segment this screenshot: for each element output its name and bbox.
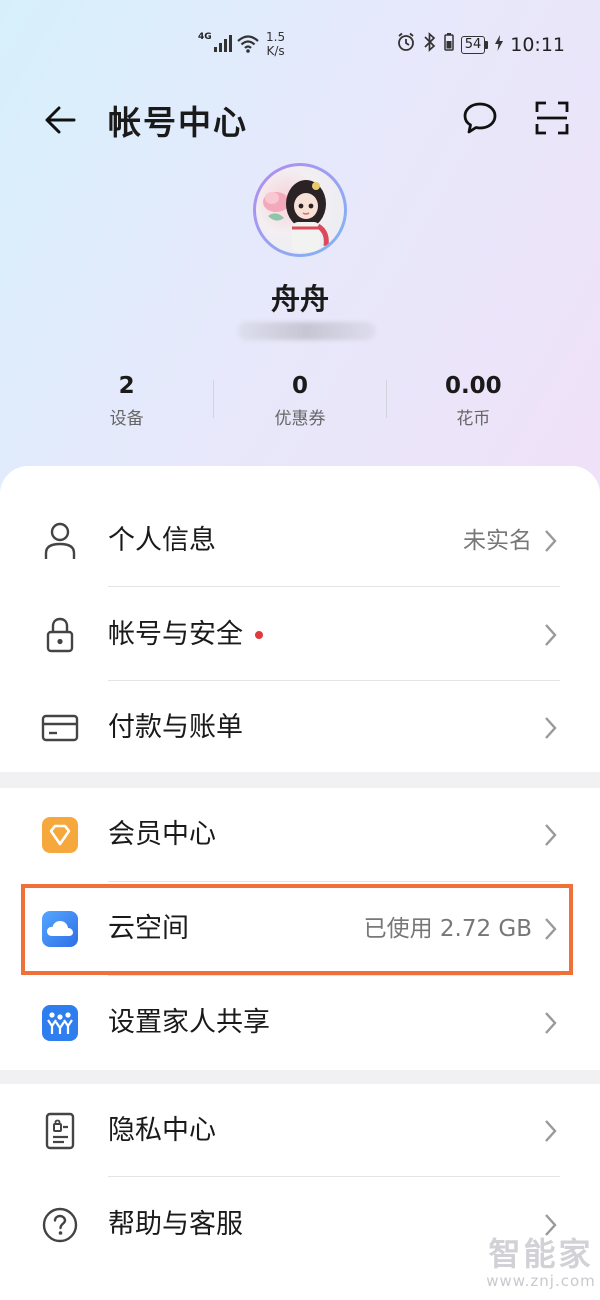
alarm-icon: [396, 32, 416, 57]
card-icon: [40, 708, 80, 748]
battery-icon: 54: [460, 35, 489, 54]
chevron-right-icon: [545, 530, 557, 552]
network-type: 4G: [198, 32, 212, 42]
message-icon: [463, 102, 497, 134]
bluetooth-icon: [423, 32, 437, 57]
notification-badge: [255, 631, 263, 639]
annotation-highlight-box: [21, 884, 573, 975]
family-sharing-item[interactable]: 设置家人共享: [0, 976, 600, 1070]
stat-petal-coins[interactable]: 0.00 花币: [387, 372, 560, 432]
scan-button[interactable]: [530, 96, 574, 140]
chevron-right-icon: [545, 717, 557, 739]
network-speed: 1.5 K/s: [266, 30, 286, 58]
family-share-icon: [40, 1003, 80, 1043]
privacy-icon: [40, 1111, 80, 1151]
watermark: 智能家 www.znj.com: [486, 1235, 596, 1290]
clock: 10:11: [510, 33, 565, 56]
stat-devices[interactable]: 2 设备: [40, 372, 213, 432]
privacy-center-item[interactable]: 隐私中心: [0, 1084, 600, 1178]
avatar-image: [256, 166, 344, 254]
chevron-right-icon: [545, 824, 557, 846]
back-arrow-icon: [45, 106, 76, 134]
scan-icon: [535, 101, 569, 135]
messages-button[interactable]: [458, 96, 502, 140]
chevron-right-icon: [545, 1012, 557, 1034]
chevron-right-icon: [545, 1120, 557, 1142]
app-header: 帐号中心: [0, 92, 600, 146]
divider: [108, 586, 560, 587]
account-section: 个人信息 未实名 帐号与安全 付款与账单: [0, 466, 600, 772]
username: 舟舟: [270, 282, 329, 316]
account-stats: 2 设备 0 优惠券 0.00 花币: [40, 372, 560, 432]
avatar[interactable]: [253, 163, 347, 257]
cellular-signal-icon: 4G: [198, 32, 232, 52]
divider: [108, 1176, 560, 1177]
wifi-icon: [236, 34, 260, 59]
back-button[interactable]: [38, 98, 82, 142]
status-bar: 4G 1.5 K/s 54 10:11: [0, 28, 600, 62]
battery-saver-icon: [443, 32, 454, 57]
vip-diamond-icon: [40, 815, 80, 855]
help-icon: [40, 1205, 80, 1245]
stat-divider: [213, 380, 214, 418]
charging-icon: [495, 34, 504, 56]
masked-phone-number: [238, 322, 376, 340]
payment-billing-item[interactable]: 付款与账单: [0, 681, 600, 775]
personal-info-item[interactable]: 个人信息 未实名: [0, 494, 600, 588]
page-title: 帐号中心: [108, 103, 248, 142]
account-security-item[interactable]: 帐号与安全: [0, 588, 600, 682]
stat-divider: [386, 380, 387, 418]
lock-icon: [40, 615, 80, 655]
header-gradient-background: [0, 0, 600, 520]
stat-coupons[interactable]: 0 优惠券: [213, 372, 386, 432]
vip-center-item[interactable]: 会员中心: [0, 788, 600, 882]
chevron-right-icon: [545, 624, 557, 646]
person-icon: [40, 521, 80, 561]
